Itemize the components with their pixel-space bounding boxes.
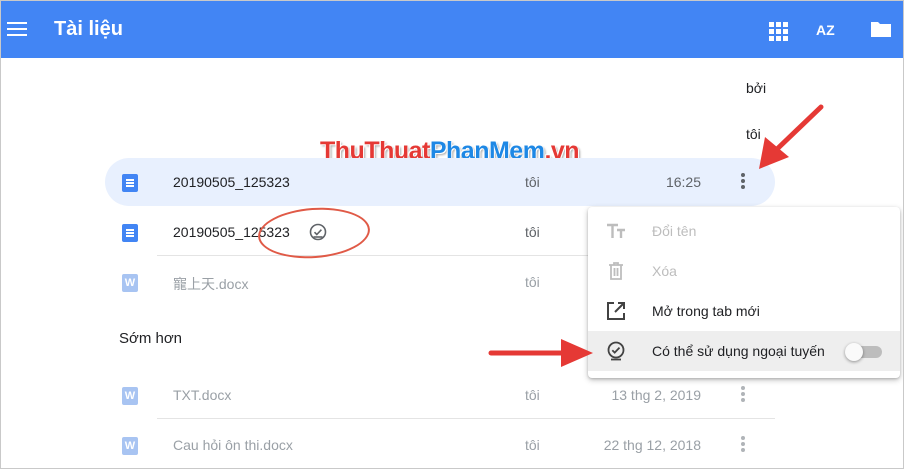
menu-item-open-new-tab[interactable]: Mở trong tab mới [588,291,900,331]
file-name: TXT.docx [173,387,232,403]
file-row[interactable]: W Cau hỏi ôn thi.docx tôi 22 thg 12, 201… [105,421,775,468]
more-options-icon[interactable] [737,436,749,456]
file-row[interactable]: W TXT.docx tôi 13 thg 2, 2019 [105,371,775,419]
row-divider [157,418,775,419]
menu-item-label: Xóa [652,263,677,279]
file-name: 寵上天.docx [173,276,249,292]
folder-icon[interactable] [870,19,892,41]
rename-text-icon [607,223,625,238]
file-name: 20190505_125323 [173,174,290,190]
context-menu: Đổi tên Xóa Mở trong tab mới Có thể sử d… [588,207,900,378]
trash-icon [609,262,623,280]
section-heading-earlier: Sớm hơn [119,330,183,347]
sort-label: AZ [816,22,835,38]
doc-file-icon [122,224,138,242]
file-date: 22 thg 12, 2018 [603,437,701,453]
grid-view-icon[interactable] [769,19,789,41]
word-file-icon: W [122,387,138,405]
doc-file-icon [122,174,138,192]
file-row[interactable]: 20190505_125323 tôi 16:25 [105,158,775,206]
file-owner: tôi [525,437,540,453]
word-file-icon: W [122,437,138,455]
more-options-icon[interactable] [737,386,749,406]
file-name: Cau hỏi ôn thi.docx [173,437,293,453]
word-file-icon: W [122,274,138,292]
file-owner: tôi [525,387,540,403]
file-date: 16:25 [665,174,701,190]
open-in-new-tab-icon [607,302,625,320]
menu-item-available-offline[interactable]: Có thể sử dụng ngoại tuyến [588,331,900,371]
owner-column-header-sub: tôi [746,126,761,142]
file-owner: tôi [525,274,540,290]
top-app-bar: Tài liệu AZ [1,1,903,58]
app-title: Tài liệu [54,18,123,40]
menu-item-label: Mở trong tab mới [652,303,760,319]
file-date: 13 thg 2, 2019 [611,387,701,403]
offline-toggle-switch[interactable] [845,343,883,361]
file-owner: tôi [525,224,540,240]
more-options-icon[interactable] [737,173,749,193]
hamburger-menu-icon[interactable] [7,19,27,39]
menu-item-label: Đổi tên [652,223,697,239]
menu-item-label: Có thể sử dụng ngoại tuyến [652,343,825,359]
docs-screen: Tài liệu AZ bởi tôi ThuThuatPhanMem.vn 2… [0,0,904,469]
offline-check-icon [607,341,625,361]
annotation-arrow-right [488,339,593,367]
toggle-knob [845,343,863,361]
file-owner: tôi [525,174,540,190]
sort-az-icon[interactable]: AZ [816,19,840,41]
owner-column-header[interactable]: bởi [746,80,766,96]
menu-item-rename: Đổi tên [588,211,900,251]
menu-item-delete: Xóa [588,251,900,291]
